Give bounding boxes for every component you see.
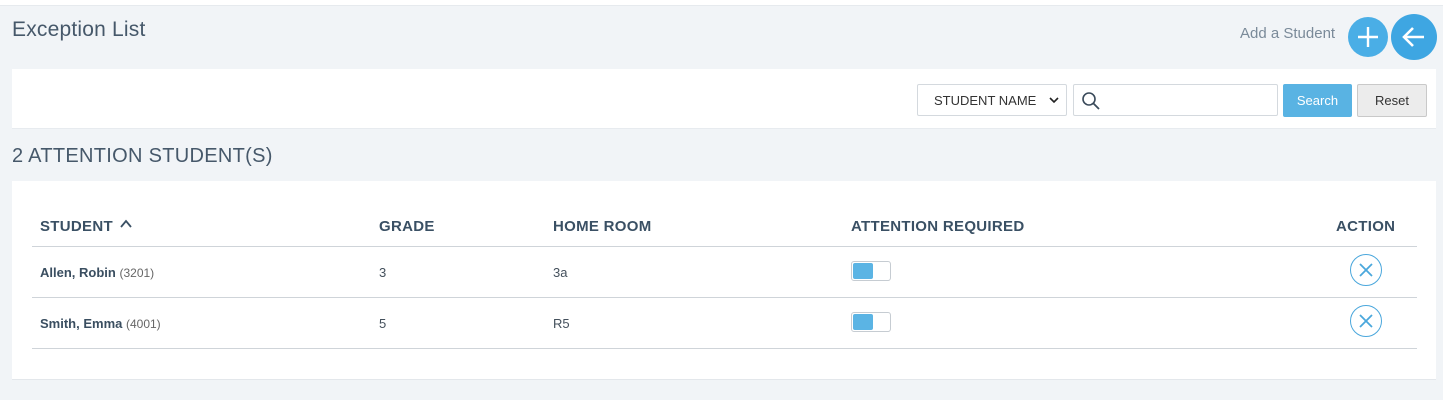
student-cell: Allen, Robin (3201): [40, 265, 154, 280]
search-input[interactable]: [1106, 89, 1276, 113]
add-student-button[interactable]: [1348, 17, 1388, 57]
add-student-label[interactable]: Add a Student: [1240, 25, 1335, 42]
chevron-up-icon: [120, 219, 133, 228]
column-header-attention-required: ATTENTION REQUIRED: [851, 218, 1025, 235]
reset-button[interactable]: Reset: [1357, 84, 1427, 117]
column-header-action: ACTION: [1336, 218, 1396, 235]
search-box[interactable]: [1073, 84, 1278, 116]
students-table: STUDENT GRADE HOME ROOM ATTENTION REQUIR…: [12, 181, 1436, 380]
student-name-link[interactable]: Allen, Robin: [40, 265, 116, 280]
top-divider: [0, 0, 1443, 6]
back-button[interactable]: [1391, 14, 1437, 60]
student-id: (3201): [119, 266, 155, 280]
table-row: Smith, Emma (4001) 5 R5: [32, 298, 1417, 349]
plus-icon: [1358, 27, 1378, 47]
chevron-down-icon: [1049, 97, 1059, 104]
home-room-cell: R5: [553, 316, 570, 331]
toggle-knob: [853, 263, 873, 279]
search-panel: STUDENT NAME Search Reset: [12, 69, 1436, 129]
column-header-home-room: HOME ROOM: [553, 218, 652, 235]
remove-button[interactable]: [1350, 305, 1382, 337]
grade-cell: 3: [379, 265, 387, 280]
search-filter-value: STUDENT NAME: [934, 92, 1037, 108]
close-icon: [1359, 314, 1373, 328]
attention-required-toggle[interactable]: [851, 312, 891, 332]
search-button[interactable]: Search: [1283, 84, 1352, 117]
column-header-student[interactable]: STUDENT: [40, 218, 133, 235]
grade-cell: 5: [379, 316, 387, 331]
column-header-student-label: STUDENT: [40, 218, 113, 235]
toggle-knob: [853, 314, 873, 330]
table-row: Allen, Robin (3201) 3 3a: [32, 247, 1417, 298]
table-header: STUDENT GRADE HOME ROOM ATTENTION REQUIR…: [32, 216, 1417, 247]
close-icon: [1359, 263, 1373, 277]
home-room-cell: 3a: [553, 265, 568, 280]
arrow-left-icon: [1402, 27, 1424, 47]
remove-button[interactable]: [1350, 254, 1382, 286]
student-name-link[interactable]: Smith, Emma: [40, 316, 122, 331]
column-header-grade: GRADE: [379, 218, 435, 235]
search-filter-select[interactable]: STUDENT NAME: [917, 84, 1067, 116]
student-cell: Smith, Emma (4001): [40, 316, 161, 331]
attention-required-toggle[interactable]: [851, 261, 891, 281]
attention-count-heading: 2 ATTENTION STUDENT(S): [12, 145, 273, 167]
search-icon: [1082, 92, 1100, 110]
page-title: Exception List: [12, 18, 146, 41]
student-id: (4001): [125, 317, 161, 331]
